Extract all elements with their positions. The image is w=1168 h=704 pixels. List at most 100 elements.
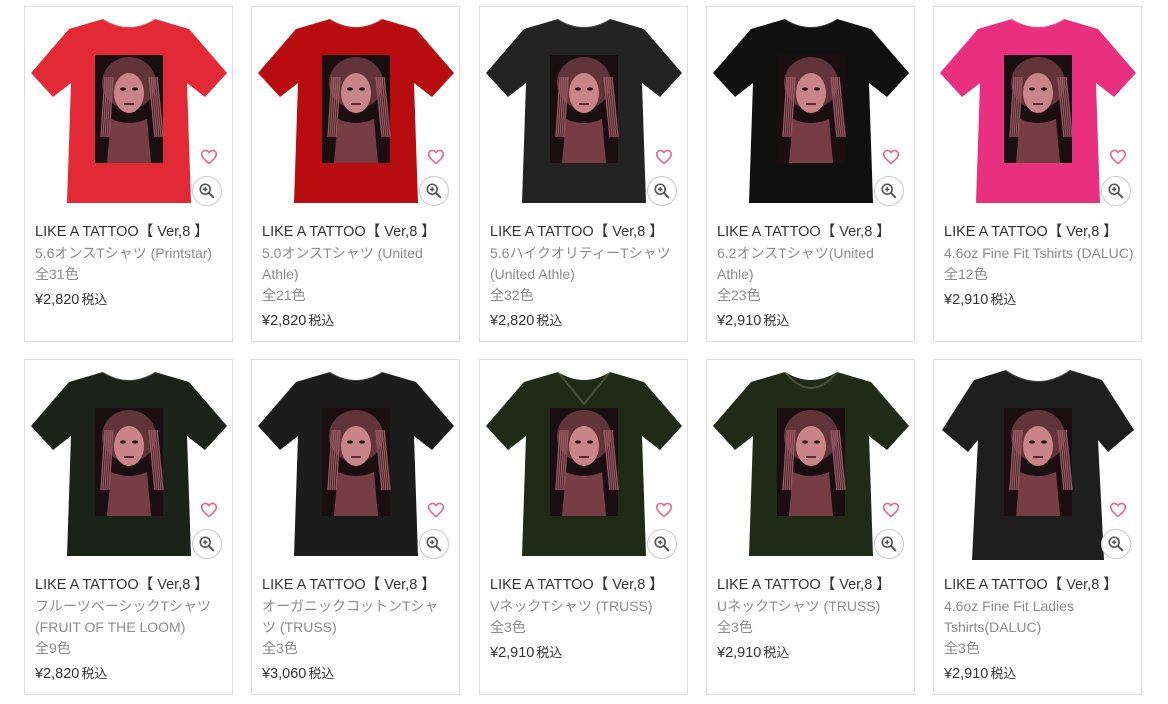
zoom-icon[interactable] — [419, 176, 449, 206]
color-count: 全3色 — [944, 640, 980, 656]
tax-label: 税込 — [990, 666, 1017, 681]
price-value: ¥2,820 — [35, 292, 80, 308]
favorite-heart-icon[interactable] — [1107, 499, 1129, 521]
product-title[interactable]: LIKE A TATTOO【 Ver,8 】 — [35, 575, 225, 596]
product-type: 4.6oz Fine Fit Ladies Tshirts(DALUC) — [944, 598, 1074, 635]
product-title[interactable]: LIKE A TATTOO【 Ver,8 】 — [490, 575, 680, 596]
favorite-heart-icon[interactable] — [653, 499, 675, 521]
print-artwork — [1004, 55, 1073, 163]
product-card[interactable]: LIKE A TATTOO【 Ver,8 】 オーガニックコットンTシャツ (T… — [251, 359, 460, 695]
product-price: ¥2,910 税込 — [944, 663, 1134, 685]
favorite-heart-icon[interactable] — [425, 146, 447, 168]
favorite-heart-icon[interactable] — [880, 499, 902, 521]
product-title[interactable]: LIKE A TATTOO【 Ver,8 】 — [944, 222, 1134, 243]
product-title[interactable]: LIKE A TATTOO【 Ver,8 】 — [490, 222, 680, 243]
print-artwork — [777, 408, 846, 516]
product-info: LIKE A TATTOO【 Ver,8 】 6.2オンスTシャツ(United… — [717, 222, 907, 332]
favorite-heart-icon[interactable] — [198, 146, 220, 168]
tax-label: 税込 — [308, 313, 335, 328]
product-price: ¥2,910 税込 — [490, 642, 680, 664]
zoom-icon[interactable] — [874, 529, 904, 559]
product-title[interactable]: LIKE A TATTOO【 Ver,8 】 — [262, 222, 452, 243]
product-info: LIKE A TATTOO【 Ver,8 】 5.0オンスTシャツ (Unite… — [262, 222, 452, 332]
product-title[interactable]: LIKE A TATTOO【 Ver,8 】 — [717, 575, 907, 596]
tax-label: 税込 — [81, 292, 108, 307]
product-card[interactable]: LIKE A TATTOO【 Ver,8 】 VネックTシャツ (TRUSS) … — [479, 359, 688, 695]
product-card[interactable]: LIKE A TATTOO【 Ver,8 】 4.6oz Fine Fit Ts… — [933, 6, 1142, 342]
print-artwork — [550, 408, 619, 516]
zoom-icon[interactable] — [192, 529, 222, 559]
product-card[interactable]: LIKE A TATTOO【 Ver,8 】 5.6オンスTシャツ (Print… — [24, 6, 233, 342]
product-info: LIKE A TATTOO【 Ver,8 】 4.6oz Fine Fit Ts… — [944, 222, 1134, 311]
product-price: ¥3,060 税込 — [262, 663, 452, 685]
product-info: LIKE A TATTOO【 Ver,8 】 5.6ハイクオリティーTシャツ (… — [490, 222, 680, 332]
product-info: LIKE A TATTOO【 Ver,8 】 4.6oz Fine Fit La… — [944, 575, 1134, 685]
zoom-icon[interactable] — [419, 529, 449, 559]
print-artwork — [322, 408, 391, 516]
price-value: ¥2,910 — [717, 313, 762, 329]
zoom-icon[interactable] — [874, 176, 904, 206]
color-count: 全21色 — [262, 287, 306, 303]
product-type: 5.6オンスTシャツ (Printstar) — [35, 245, 213, 261]
favorite-heart-icon[interactable] — [880, 146, 902, 168]
product-type: フルーツベーシックTシャツ (FRUIT OF THE LOOM) — [35, 598, 211, 635]
product-type: 5.6ハイクオリティーTシャツ (United Athle) — [490, 245, 671, 282]
favorite-heart-icon[interactable] — [425, 499, 447, 521]
product-info: LIKE A TATTOO【 Ver,8 】 フルーツベーシックTシャツ (FR… — [35, 575, 225, 685]
print-artwork — [322, 55, 391, 163]
print-artwork — [95, 55, 164, 163]
color-count: 全3色 — [262, 640, 298, 656]
product-card[interactable]: LIKE A TATTOO【 Ver,8 】 6.2オンスTシャツ(United… — [706, 6, 915, 342]
tax-label: 税込 — [536, 313, 563, 328]
product-price: ¥2,820 税込 — [490, 310, 680, 332]
color-count: 全31色 — [35, 266, 79, 282]
product-grid: LIKE A TATTOO【 Ver,8 】 5.6オンスTシャツ (Print… — [0, 0, 1168, 704]
zoom-icon[interactable] — [647, 176, 677, 206]
zoom-icon[interactable] — [1101, 529, 1131, 559]
price-value: ¥2,910 — [944, 666, 989, 682]
product-info: LIKE A TATTOO【 Ver,8 】 VネックTシャツ (TRUSS) … — [490, 575, 680, 664]
product-card[interactable]: LIKE A TATTOO【 Ver,8 】 UネックTシャツ (TRUSS) … — [706, 359, 915, 695]
color-count: 全32色 — [490, 287, 534, 303]
print-artwork — [1004, 408, 1073, 516]
product-card[interactable]: LIKE A TATTOO【 Ver,8 】 5.6ハイクオリティーTシャツ (… — [479, 6, 688, 342]
product-price: ¥2,820 税込 — [35, 663, 225, 685]
tax-label: 税込 — [308, 666, 335, 681]
color-count: 全3色 — [490, 619, 526, 635]
print-artwork — [550, 55, 619, 163]
product-title[interactable]: LIKE A TATTOO【 Ver,8 】 — [262, 575, 452, 596]
color-count: 全3色 — [717, 619, 753, 635]
product-type: オーガニックコットンTシャツ (TRUSS) — [262, 598, 439, 635]
zoom-icon[interactable] — [1101, 176, 1131, 206]
color-count: 全12色 — [944, 266, 988, 282]
print-artwork — [777, 55, 846, 163]
product-info: LIKE A TATTOO【 Ver,8 】 UネックTシャツ (TRUSS) … — [717, 575, 907, 664]
color-count: 全9色 — [35, 640, 71, 656]
product-title[interactable]: LIKE A TATTOO【 Ver,8 】 — [35, 222, 225, 243]
product-type: VネックTシャツ (TRUSS) — [490, 598, 653, 614]
price-value: ¥2,820 — [35, 666, 80, 682]
favorite-heart-icon[interactable] — [1107, 146, 1129, 168]
tax-label: 税込 — [536, 645, 563, 660]
tax-label: 税込 — [763, 313, 790, 328]
price-value: ¥2,910 — [717, 645, 762, 661]
price-value: ¥2,820 — [490, 313, 535, 329]
product-price: ¥2,910 税込 — [717, 310, 907, 332]
favorite-heart-icon[interactable] — [653, 146, 675, 168]
product-card[interactable]: LIKE A TATTOO【 Ver,8 】 5.0オンスTシャツ (Unite… — [251, 6, 460, 342]
product-info: LIKE A TATTOO【 Ver,8 】 オーガニックコットンTシャツ (T… — [262, 575, 452, 685]
tax-label: 税込 — [990, 292, 1017, 307]
product-card[interactable]: LIKE A TATTOO【 Ver,8 】 フルーツベーシックTシャツ (FR… — [24, 359, 233, 695]
tax-label: 税込 — [81, 666, 108, 681]
product-price: ¥2,820 税込 — [262, 310, 452, 332]
zoom-icon[interactable] — [192, 176, 222, 206]
product-title[interactable]: LIKE A TATTOO【 Ver,8 】 — [944, 575, 1134, 596]
price-value: ¥2,820 — [262, 313, 307, 329]
product-title[interactable]: LIKE A TATTOO【 Ver,8 】 — [717, 222, 907, 243]
favorite-heart-icon[interactable] — [198, 499, 220, 521]
product-price: ¥2,820 税込 — [35, 289, 225, 311]
product-card[interactable]: LIKE A TATTOO【 Ver,8 】 4.6oz Fine Fit La… — [933, 359, 1142, 695]
product-price: ¥2,910 税込 — [717, 642, 907, 664]
zoom-icon[interactable] — [647, 529, 677, 559]
product-info: LIKE A TATTOO【 Ver,8 】 5.6オンスTシャツ (Print… — [35, 222, 225, 311]
